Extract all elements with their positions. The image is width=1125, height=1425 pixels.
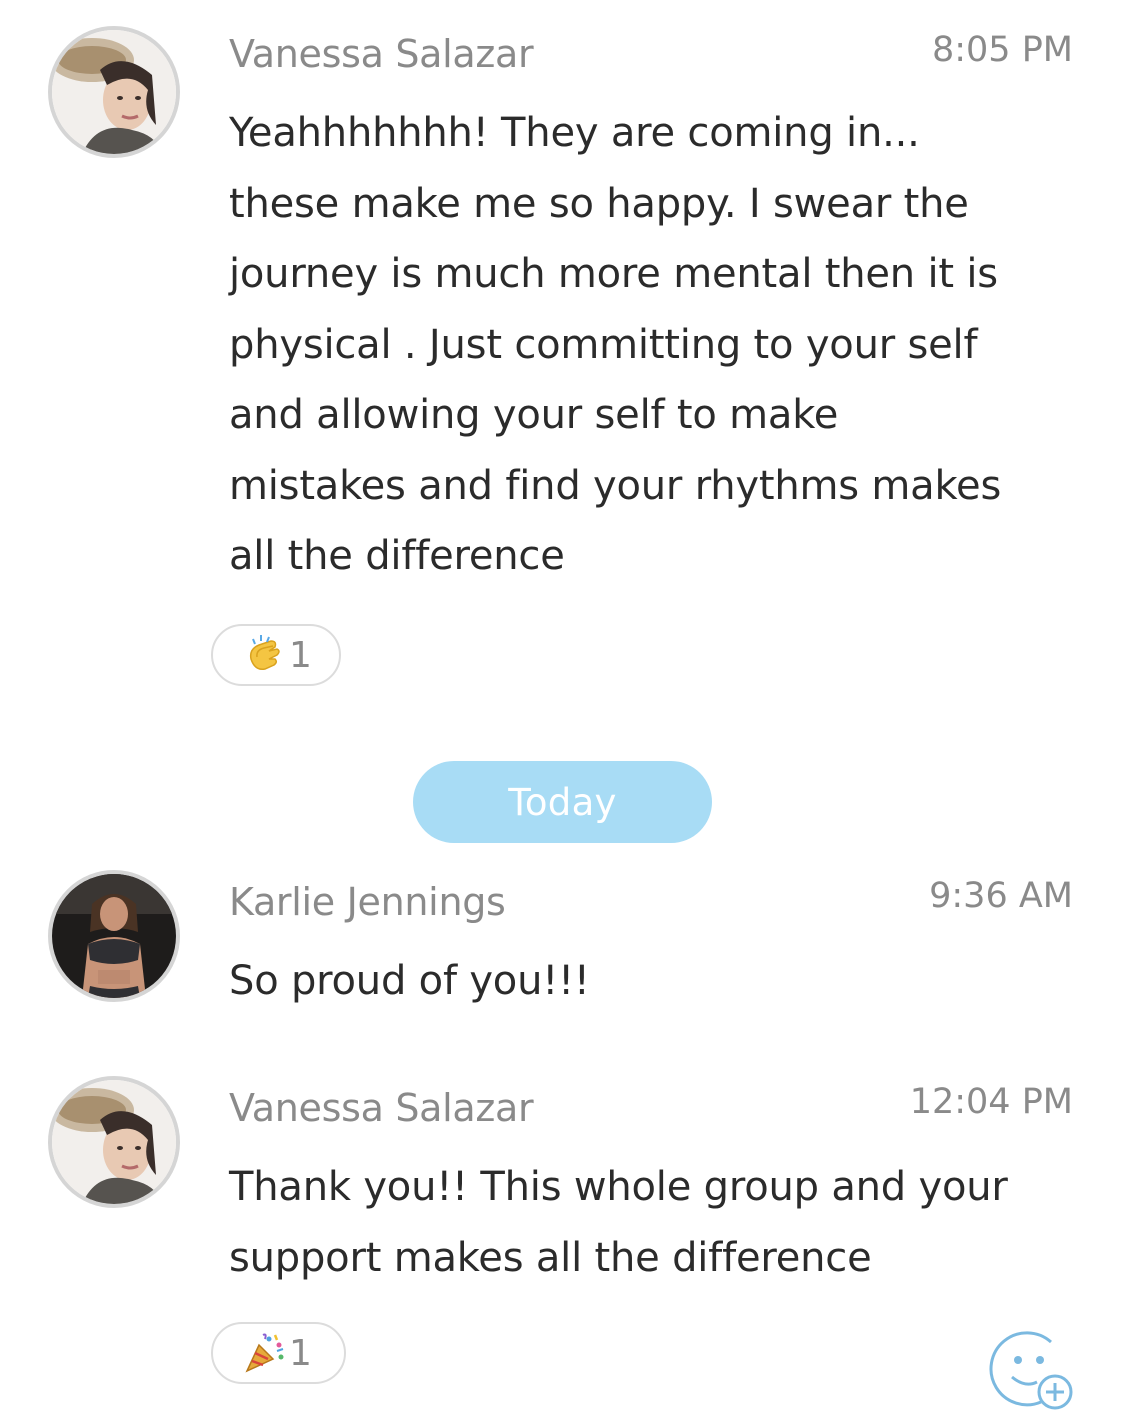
reaction-count: 1 — [289, 634, 312, 676]
add-reaction-button[interactable] — [985, 1322, 1077, 1414]
add-emoji-reaction-icon — [989, 1331, 1073, 1410]
message-text: Thank you!! This whole group and your su… — [229, 1164, 1008, 1281]
message-text: Yeahhhhhhh! They are coming in... these … — [229, 110, 1002, 579]
sender-name[interactable]: Vanessa Salazar — [229, 1086, 534, 1130]
avatar-photo — [52, 1080, 176, 1204]
sender-name[interactable]: Vanessa Salazar — [229, 32, 534, 76]
day-divider: Today — [413, 761, 712, 843]
message-timestamp: 9:36 AM — [929, 876, 1073, 916]
clapping-hands-icon — [249, 635, 280, 671]
reaction-chip[interactable]: 1 — [211, 1322, 346, 1384]
sender-avatar[interactable] — [48, 1076, 180, 1208]
message-timestamp: 8:05 PM — [931, 30, 1073, 70]
sender-avatar[interactable] — [48, 26, 180, 158]
sender-name[interactable]: Karlie Jennings — [229, 880, 506, 924]
reaction-count: 1 — [289, 1332, 312, 1374]
party-popper-icon — [245, 1333, 284, 1373]
reaction-chip[interactable]: 1 — [211, 624, 341, 686]
message-timestamp: 12:04 PM — [909, 1082, 1073, 1122]
message-text: So proud of you!!! — [229, 958, 590, 1004]
sender-avatar[interactable] — [48, 870, 180, 1002]
avatar-photo — [52, 30, 176, 154]
avatar-photo — [52, 874, 176, 998]
